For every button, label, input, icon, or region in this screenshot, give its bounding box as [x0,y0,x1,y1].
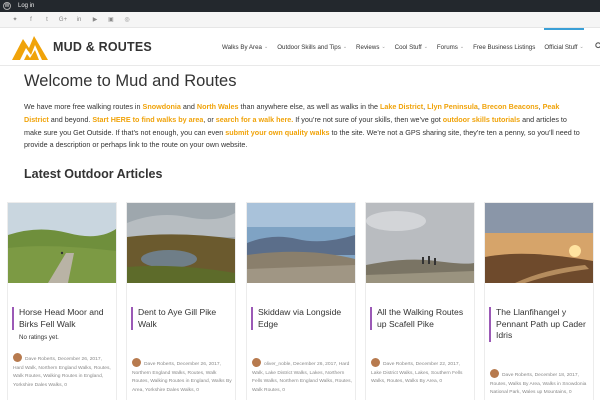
logo-text: MUD & ROUTES [53,39,152,54]
youtube-icon[interactable]: ▶ [90,15,100,25]
nav-item-label: Official Stuff [544,43,578,51]
nav-item-outdoor-skills-and-tips[interactable]: Outdoor Skills and Tips ⌄ [277,28,347,66]
chevron-down-icon: ⌄ [423,44,428,50]
intro-link[interactable]: Brecon Beacons [482,102,539,111]
nav-item-reviews[interactable]: Reviews ⌄ [356,28,386,66]
article-card[interactable]: The Llanfihangel y Pennant Path up Cader… [484,202,594,400]
article-thumbnail[interactable] [366,203,474,283]
chevron-down-icon: ⌄ [264,44,269,50]
nav-item-forums[interactable]: Forums ⌄ [437,28,464,66]
mountain-logo-icon [12,36,48,60]
author-avatar [490,369,499,378]
intro-text: , or [203,114,216,124]
article-title[interactable]: All the Walking Routes up Scafell Pike [370,307,472,330]
site-logo[interactable]: MUD & ROUTES [12,33,152,60]
nav-item-free-business-listings[interactable]: Free Business Listings [473,28,535,66]
admin-bar: W Log in [0,0,600,12]
twitter-icon[interactable]: ✦ [10,15,20,25]
intro-link[interactable]: Llyn Peninsula [427,102,478,111]
chevron-down-icon: ⌄ [579,44,584,50]
tumblr-icon[interactable]: t [42,15,52,25]
article-thumbnail[interactable] [247,203,355,283]
author-avatar [132,358,141,367]
flickr-icon[interactable]: ◎ [122,15,132,25]
intro-text: than anywhere else, as well as walks in … [238,102,380,111]
intro-link[interactable]: submit your own quality walks [225,128,329,137]
article-thumbnail[interactable] [485,203,593,283]
googleplus-icon[interactable]: G+ [58,15,68,25]
author-avatar [252,358,261,367]
article-card[interactable]: Dent to Aye Gill Pike Walk Dave Roberts, … [126,202,236,400]
search-icon[interactable] [594,42,600,52]
nav-item-label: Free Business Listings [473,43,536,51]
intro-text: If you’re not sure of your skills, then … [293,114,443,124]
intro-link[interactable]: Lake District [380,102,423,111]
author-avatar [13,353,22,362]
intro-paragraph: We have more free walking routes in Snow… [24,101,580,152]
instagram-icon[interactable]: ▣ [106,15,116,25]
intro-text: and [180,102,197,111]
article-meta: Dave Roberts, December 18, 2017, Routes,… [490,369,590,398]
nav-item-label: Outdoor Skills and Tips [277,43,341,51]
article-card[interactable]: Skiddaw via Longside Edge oliver_noble, D… [246,202,356,400]
article-meta-text: Dave Roberts, December 22, 2017, Lake Di… [371,362,463,385]
article-card[interactable]: All the Walking Routes up Scafell Pike Da… [365,202,475,400]
facebook-icon[interactable]: f [26,15,36,25]
article-title[interactable]: Horse Head Moor and Birks Fell Walk [12,307,114,330]
article-meta-text: oliver_noble, December 26, 2017, Hard Wa… [252,362,352,393]
nav-item-cool-stuff[interactable]: Cool Stuff ⌄ [395,28,428,66]
intro-link[interactable]: Snowdonia [143,102,181,111]
intro-text: We have more free walking routes in [24,102,143,111]
article-meta: Dave Roberts, December 22, 2017, Lake Di… [371,358,471,387]
article-rating: No ratings yet. [19,334,59,341]
intro-link[interactable]: search for a walk here. [216,115,294,124]
nav-item-walks-by-area[interactable]: Walks By Area ⌄ [222,28,268,66]
article-cards: Horse Head Moor and Birks Fell Walk No ra… [7,202,600,400]
social-bar: ✦ f t G+ in ▶ ▣ ◎ [0,12,600,28]
page-title: Welcome to Mud and Routes [24,72,237,90]
nav-item-label: Forums [436,43,458,51]
nav-item-label: Cool Stuff [394,43,422,51]
article-card[interactable]: Horse Head Moor and Birks Fell Walk No ra… [7,202,117,400]
nav-item-label: Reviews [356,43,380,51]
intro-link[interactable]: North Wales [197,102,239,111]
article-title[interactable]: Skiddaw via Longside Edge [251,307,353,330]
latest-articles-heading: Latest Outdoor Articles [24,167,163,181]
site-header: MUD & ROUTES Walks By Area ⌄ Outdoor Skill… [0,28,600,66]
main-nav: Walks By Area ⌄ Outdoor Skills and Tips ⌄ Re… [222,28,600,66]
wordpress-icon[interactable]: W [3,2,11,10]
chevron-down-icon: ⌄ [342,44,348,50]
intro-link[interactable]: outdoor skills tutorials [443,115,520,124]
article-meta: oliver_noble, December 26, 2017, Hard Wa… [252,358,352,395]
article-meta: Dave Roberts, December 26, 2017, Norther… [132,358,232,395]
article-meta: Dave Roberts, December 26, 2017, Hard Wa… [13,353,113,390]
intro-link[interactable]: Start HERE to find walks by area [92,115,203,124]
chevron-down-icon: ⌄ [381,44,386,50]
author-avatar [371,358,380,367]
intro-text: and beyond. [48,114,93,124]
login-link[interactable]: Log in [18,3,34,9]
article-meta-text: Dave Roberts, December 26, 2017, Norther… [132,362,232,393]
nav-item-official-stuff[interactable]: Official Stuff ⌄ [544,28,585,66]
article-thumbnail[interactable] [127,203,235,283]
nav-item-label: Walks By Area [222,43,263,51]
article-title[interactable]: The Llanfihangel y Pennant Path up Cader… [489,307,591,342]
chevron-down-icon: ⌄ [459,44,465,50]
article-meta-text: Dave Roberts, December 26, 2017, Hard Wa… [13,357,111,388]
article-title[interactable]: Dent to Aye Gill Pike Walk [131,307,233,330]
article-meta-text: Dave Roberts, December 18, 2017, Routes,… [490,373,587,396]
article-thumbnail[interactable] [8,203,116,283]
linkedin-icon[interactable]: in [74,15,84,25]
social-icons: ✦ f t G+ in ▶ ▣ ◎ [10,15,132,25]
